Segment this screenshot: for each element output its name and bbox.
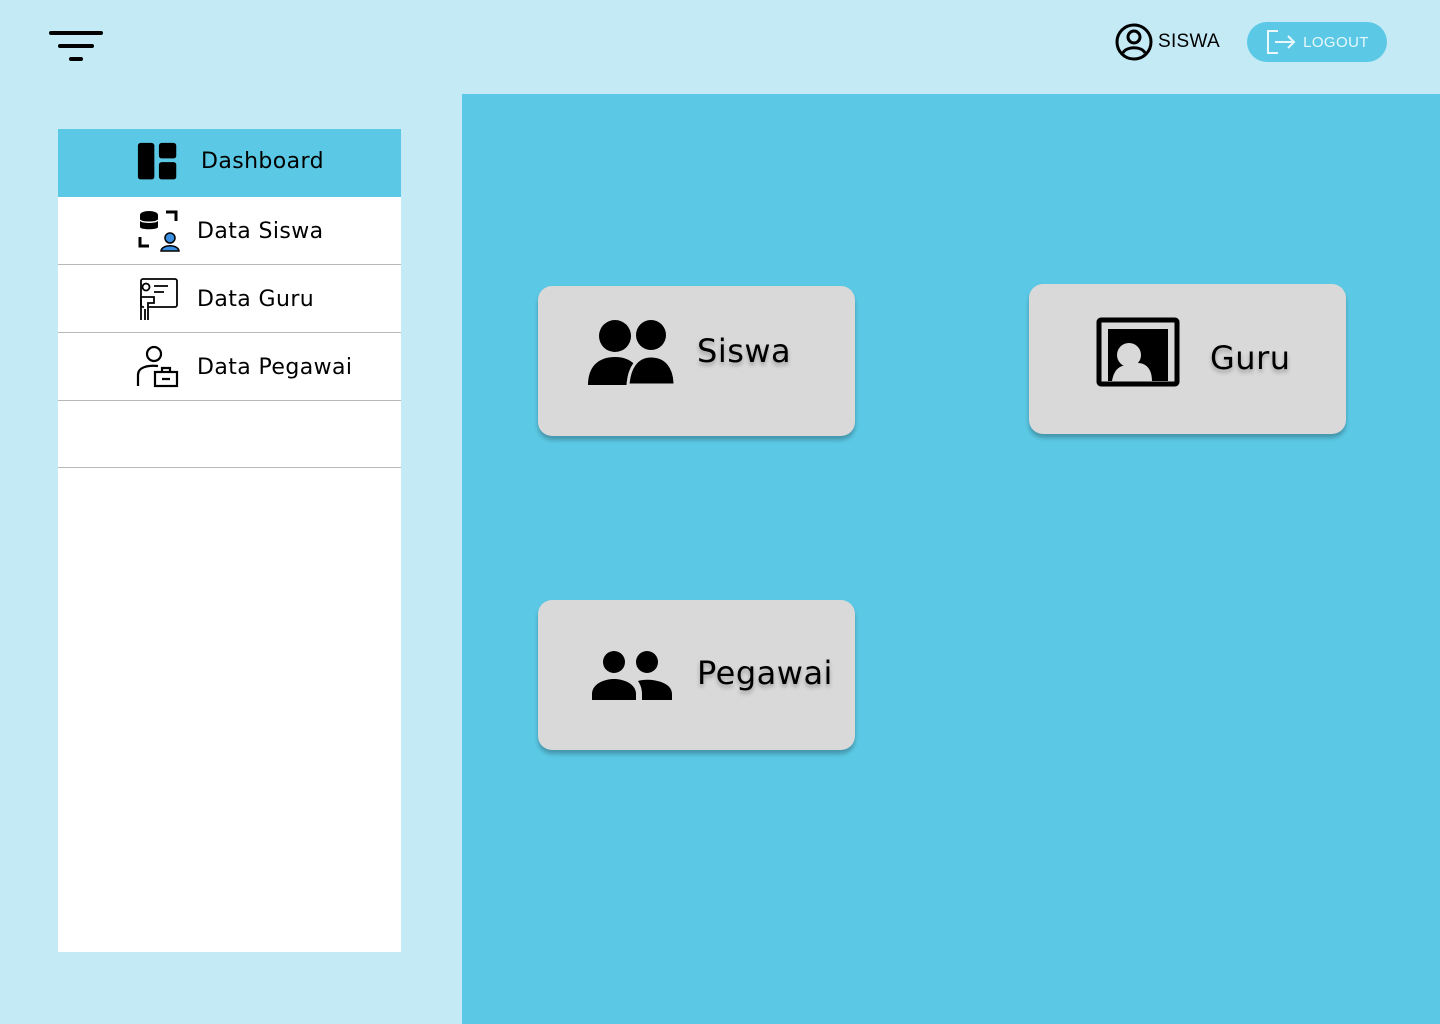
sidebar-item-dashboard[interactable]: Dashboard [58, 129, 401, 197]
logout-button[interactable]: LOGOUT [1247, 22, 1387, 62]
card-pegawai[interactable]: Pegawai [538, 600, 855, 750]
user-circle-icon [1115, 23, 1153, 61]
card-label: Pegawai [697, 654, 833, 692]
card-guru[interactable]: Guru [1029, 284, 1346, 434]
sidebar: Dashboard Data Siswa Data Guru Data Pega… [58, 129, 401, 952]
card-label: Guru [1210, 339, 1291, 377]
user-profile[interactable]: SISWA [1114, 22, 1220, 62]
people-icon [592, 651, 672, 700]
main-content: Siswa Guru Pegawai [462, 94, 1440, 1024]
sidebar-item-label: Dashboard [201, 149, 324, 174]
teacher-portrait-icon [1096, 317, 1180, 387]
employee-icon [136, 345, 179, 388]
sidebar-item-data-guru[interactable]: Data Guru [58, 265, 401, 333]
card-label: Siswa [697, 332, 792, 370]
group-icon [588, 320, 676, 385]
sidebar-item-label: Data Guru [197, 287, 315, 312]
sidebar-item-data-pegawai[interactable]: Data Pegawai [58, 333, 401, 401]
sidebar-item-label: Data Siswa [197, 219, 324, 244]
card-siswa[interactable]: Siswa [538, 286, 855, 436]
dashboard-icon [137, 142, 177, 180]
filter-menu-icon[interactable] [46, 28, 106, 66]
sidebar-item-data-siswa[interactable]: Data Siswa [58, 197, 401, 265]
user-name: SISWA [1158, 31, 1221, 52]
sidebar-item-label: Data Pegawai [197, 355, 353, 380]
logout-icon [1267, 30, 1296, 54]
app-root: SISWA LOGOUT Dashboard Data Siswa Data G… [0, 0, 1440, 1024]
logout-label: LOGOUT [1303, 33, 1369, 51]
student-database-icon [138, 210, 180, 252]
sidebar-empty-row [58, 401, 401, 468]
teacher-board-icon [140, 278, 178, 320]
